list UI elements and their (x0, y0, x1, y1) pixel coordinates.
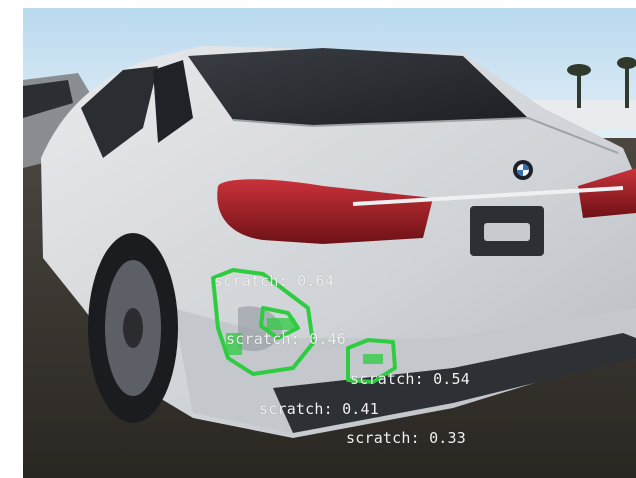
detection-label: scratch: 0.46 (226, 330, 346, 348)
detection-label: scratch: 0.33 (346, 429, 466, 447)
detection-label: scratch: 0.64 (214, 272, 334, 290)
screenshot-frame: scratch: 0.64 scratch: 0.46 scratch: 0.5… (0, 0, 636, 478)
detection-label: scratch: 0.54 (350, 370, 470, 388)
detection-label: scratch: 0.41 (259, 400, 379, 418)
bmw-roundel-icon (513, 160, 533, 180)
